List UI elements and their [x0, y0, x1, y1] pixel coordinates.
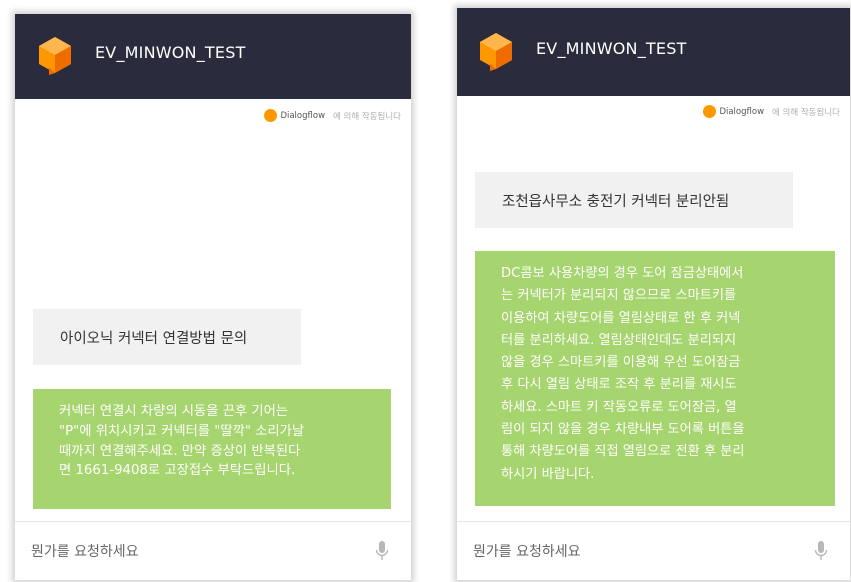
microphone-icon[interactable] — [814, 541, 828, 561]
dialogflow-icon — [264, 109, 278, 122]
microphone-icon[interactable] — [375, 541, 389, 561]
powered-by-label: Dialogflow 에 의해 작동됩니다 — [264, 109, 401, 122]
chat-header: EV_MINWON_TEST — [15, 14, 411, 99]
powered-by-label: Dialogflow 에 의해 작동됩니다 — [703, 105, 840, 118]
dialogflow-logo-icon — [480, 33, 512, 71]
chat-header: EV_MINWON_TEST — [457, 8, 850, 96]
agent-title: EV_MINWON_TEST — [536, 39, 687, 58]
input-bar — [15, 521, 411, 580]
dialogflow-logo-icon — [39, 37, 71, 75]
query-input[interactable] — [29, 540, 353, 564]
powered-suffix: 에 의해 작동됩니다 — [772, 107, 840, 118]
powered-suffix: 에 의해 작동됩니다 — [333, 111, 401, 122]
dialogflow-icon — [703, 105, 717, 118]
query-input[interactable] — [471, 540, 795, 564]
user-message-bubble: 조천읍사무소 충전기 커넥터 분리안됨 — [475, 172, 793, 228]
chat-widget-right: EV_MINWON_TEST Dialogflow 에 의해 작동됩니다 조천읍… — [457, 8, 850, 580]
user-message-bubble: 아이오닉 커넥터 연결방법 문의 — [33, 309, 301, 365]
agent-title: EV_MINWON_TEST — [95, 43, 246, 62]
powered-brand[interactable]: Dialogflow — [280, 111, 325, 121]
powered-brand[interactable]: Dialogflow — [719, 107, 764, 117]
chat-widget-left: EV_MINWON_TEST Dialogflow 에 의해 작동됩니다 아이오… — [15, 14, 411, 580]
bot-message-bubble: DC콤보 사용차량의 경우 도어 잠금상태에서 는 커넥터가 분리되지 않으므로… — [475, 251, 835, 506]
bot-message-bubble: 커넥터 연결시 차량의 시동을 끈후 기어는 "P"에 위치시키고 커넥터를 "… — [33, 389, 391, 509]
input-bar — [457, 521, 850, 580]
